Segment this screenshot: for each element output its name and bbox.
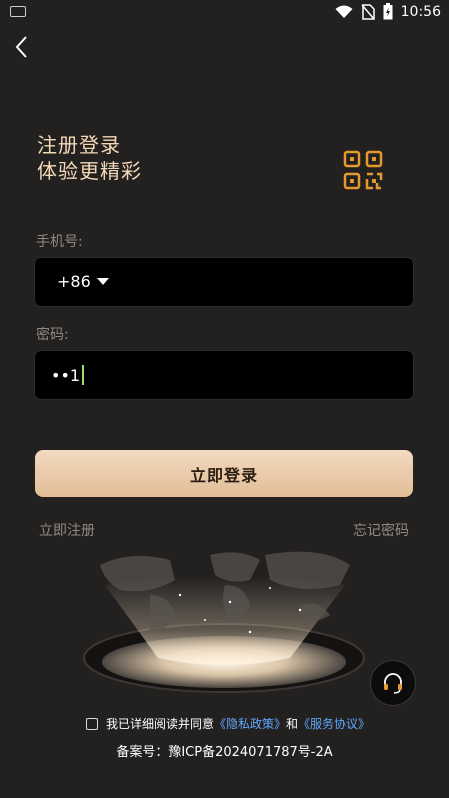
service-agreement-link[interactable]: 《服务协议》 (298, 715, 370, 732)
privacy-policy-link[interactable]: 《隐私政策》 (214, 715, 286, 732)
title-line-1: 注册登录 (37, 133, 121, 157)
keyboard-icon (10, 6, 26, 17)
battery-icon (383, 3, 393, 20)
forgot-password-link[interactable]: 忘记密码 (353, 520, 409, 540)
back-icon[interactable] (8, 32, 36, 62)
password-field[interactable]: ••1 (35, 351, 413, 399)
agreement-and: 和 (286, 717, 299, 731)
status-time: 10:56 (400, 3, 441, 20)
login-button[interactable]: 立即登录 (35, 450, 413, 497)
country-code: +86 (57, 272, 91, 291)
phone-field[interactable]: +86 (35, 258, 413, 306)
agreement-text: 我已详细阅读并同意 (106, 717, 215, 731)
customer-service-button[interactable] (371, 661, 415, 705)
country-code-select[interactable]: +86 (57, 272, 109, 291)
register-link[interactable]: 立即注册 (39, 520, 95, 540)
password-label: 密码: (36, 327, 69, 343)
dropdown-icon (96, 278, 109, 285)
status-bar: 10:56 (0, 0, 449, 26)
agreement-row: 我已详细阅读并同意 《隐私政策》 和 《服务协议》 (86, 715, 370, 732)
password-value: ••1 (51, 365, 81, 385)
no-sim-icon (361, 3, 375, 20)
page-title: 注册登录 体验更精彩 (37, 132, 142, 184)
icp-record: 备案号：豫ICP备2024071787号-2A (116, 745, 333, 760)
headset-icon (384, 673, 402, 694)
text-cursor (82, 365, 85, 385)
qr-code-icon[interactable] (343, 150, 383, 190)
phone-label: 手机号: (36, 234, 83, 250)
checkbox-icon[interactable] (86, 717, 98, 730)
wifi-icon (335, 5, 353, 18)
title-line-2: 体验更精彩 (37, 159, 142, 183)
